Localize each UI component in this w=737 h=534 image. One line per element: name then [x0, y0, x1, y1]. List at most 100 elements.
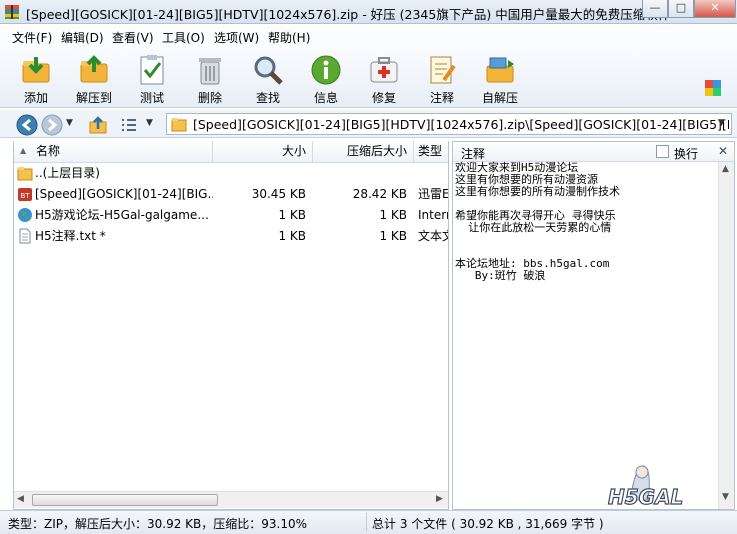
- column-size-header[interactable]: 大小: [213, 141, 312, 163]
- column-packed-header[interactable]: 压缩后大小: [312, 141, 413, 163]
- history-dropdown-icon[interactable]: ▼: [66, 118, 76, 132]
- menu-view[interactable]: 查看(V): [112, 29, 154, 46]
- maximize-button[interactable]: □: [668, 0, 694, 18]
- delete-button[interactable]: 删除: [184, 52, 236, 106]
- comment-line: 让你在此放松一天劳累的心情: [455, 221, 612, 234]
- status-right: 总计 3 个文件 ( 30.92 KB , 31,669 字节 ): [372, 517, 604, 531]
- magnifier-icon: [252, 54, 284, 86]
- file-name: H5游戏论坛-H5Gal-galgame...: [35, 208, 209, 222]
- minimize-button[interactable]: —: [642, 0, 668, 18]
- column-divider[interactable]: [212, 141, 213, 163]
- menu-file[interactable]: 文件(F): [12, 29, 52, 46]
- close-comment-icon[interactable]: ✕: [718, 144, 728, 158]
- comment-line: 这里有你想要的所有动漫制作技术: [455, 185, 620, 198]
- list-view-icon: [122, 119, 136, 131]
- find-label: 查找: [255, 91, 280, 105]
- first-aid-kit-icon: [368, 54, 400, 86]
- scroll-thumb[interactable]: [32, 494, 218, 506]
- file-name: ..(上层目录): [35, 166, 100, 180]
- sfx-button[interactable]: 自解压: [474, 52, 526, 106]
- menu-edit[interactable]: 编辑(D): [61, 29, 104, 46]
- svg-text:BT: BT: [20, 192, 30, 200]
- comment-label: 注释: [429, 91, 454, 105]
- file-packed-size: 1 KB: [379, 208, 407, 222]
- find-button[interactable]: 查找: [242, 52, 294, 106]
- h5gal-logo: H5GAL: [600, 460, 716, 510]
- info-button[interactable]: 信息: [300, 52, 352, 106]
- column-divider[interactable]: [413, 141, 414, 163]
- list-row[interactable]: H5注释.txt * 1 KB 1 KB 文本文: [14, 226, 448, 247]
- repair-button[interactable]: 修复: [358, 52, 410, 106]
- add-label: 添加: [23, 91, 48, 105]
- test-button[interactable]: 测试: [126, 52, 178, 106]
- file-name: H5注释.txt *: [35, 229, 106, 243]
- text-file-icon: [17, 228, 33, 244]
- repair-label: 修复: [371, 91, 396, 105]
- folder-icon: [17, 165, 33, 181]
- comment-vertical-scrollbar[interactable]: ▲ ▼: [718, 162, 734, 509]
- sfx-label: 自解压: [481, 91, 518, 105]
- info-label: 信息: [313, 91, 338, 105]
- menu-bar: [0, 26, 737, 46]
- skin-color-icon[interactable]: [705, 80, 721, 96]
- file-size: 30.45 KB: [251, 187, 306, 201]
- scroll-up-icon[interactable]: ▲: [722, 164, 729, 174]
- scroll-right-icon[interactable]: ▶: [436, 494, 443, 504]
- haozip-app-icon: [4, 4, 20, 20]
- scroll-down-icon[interactable]: ▼: [722, 492, 729, 502]
- list-row-parent[interactable]: ..(上层目录): [14, 163, 448, 184]
- add-icon: [20, 54, 52, 86]
- view-mode-dropdown-icon[interactable]: ▼: [146, 118, 156, 132]
- up-folder-icon: [89, 116, 107, 134]
- test-label: 测试: [139, 91, 164, 105]
- file-size: 1 KB: [278, 229, 306, 243]
- trash-icon: [194, 54, 226, 86]
- window-title: [Speed][GOSICK][01-24][BIG5][HDTV][1024x…: [26, 7, 671, 22]
- comment-title: 注释: [461, 147, 486, 161]
- column-name-label: 名称: [36, 144, 61, 158]
- comment-button[interactable]: 注释: [416, 52, 468, 106]
- up-folder-button[interactable]: [88, 115, 108, 135]
- file-type: 迅雷E: [418, 187, 448, 201]
- forward-button[interactable]: [41, 114, 63, 136]
- file-type: Interr: [418, 208, 448, 222]
- file-size: 1 KB: [278, 208, 306, 222]
- add-button[interactable]: 添加: [10, 52, 62, 106]
- close-button[interactable]: ✕: [694, 0, 736, 18]
- scroll-left-icon[interactable]: ◀: [17, 494, 24, 504]
- test-icon: [136, 54, 168, 86]
- status-left: 类型：ZIP，解压后大小：30.92 KB，压缩比：93.10%: [8, 517, 308, 531]
- menu-options[interactable]: 选项(W): [214, 29, 259, 46]
- note-pencil-icon: [426, 54, 458, 86]
- info-icon: [310, 54, 342, 86]
- comment-line: By:斑竹 破浪: [455, 269, 546, 282]
- sort-ascending-icon: ▲: [20, 146, 27, 155]
- file-name: [Speed][GOSICK][01-24][BIG...: [35, 187, 213, 201]
- list-row[interactable]: BT [Speed][GOSICK][01-24][BIG... 30.45 K…: [14, 184, 448, 205]
- thunder-torrent-icon: BT: [17, 186, 33, 202]
- address-bar[interactable]: [Speed][GOSICK][01-24][BIG5][HDTV][1024x…: [166, 113, 732, 135]
- folder-icon: [171, 116, 187, 132]
- extract-to-button[interactable]: 解压到: [68, 52, 120, 106]
- sfx-icon: [484, 54, 516, 86]
- menu-tools[interactable]: 工具(O): [162, 29, 205, 46]
- title-bar: [Speed][GOSICK][01-24][BIG5][HDTV][1024x…: [0, 0, 737, 24]
- status-bar: 类型：ZIP，解压后大小：30.92 KB，压缩比：93.10% 总计 3 个文…: [0, 510, 737, 534]
- extract-icon: [78, 54, 110, 86]
- column-name-header[interactable]: ▲ 名称: [14, 141, 213, 163]
- globe-icon: [17, 207, 33, 223]
- back-button[interactable]: [16, 114, 38, 136]
- wrap-checkbox[interactable]: [656, 145, 669, 158]
- list-row[interactable]: H5游戏论坛-H5Gal-galgame... 1 KB 1 KB Interr: [14, 205, 448, 226]
- horizontal-scrollbar[interactable]: ◀ ▶: [14, 491, 448, 508]
- wrap-label: 换行: [674, 147, 699, 161]
- menu-help[interactable]: 帮助(H): [268, 29, 310, 46]
- column-divider[interactable]: [312, 141, 313, 163]
- logo-text: H5GAL: [608, 485, 683, 508]
- back-arrow-icon: [16, 114, 38, 136]
- file-type: 文本文: [418, 229, 448, 243]
- forward-arrow-icon: [41, 114, 63, 136]
- address-dropdown-icon[interactable]: ▼: [718, 118, 725, 128]
- column-type-header[interactable]: 类型: [413, 141, 448, 163]
- view-mode-button[interactable]: [120, 117, 138, 133]
